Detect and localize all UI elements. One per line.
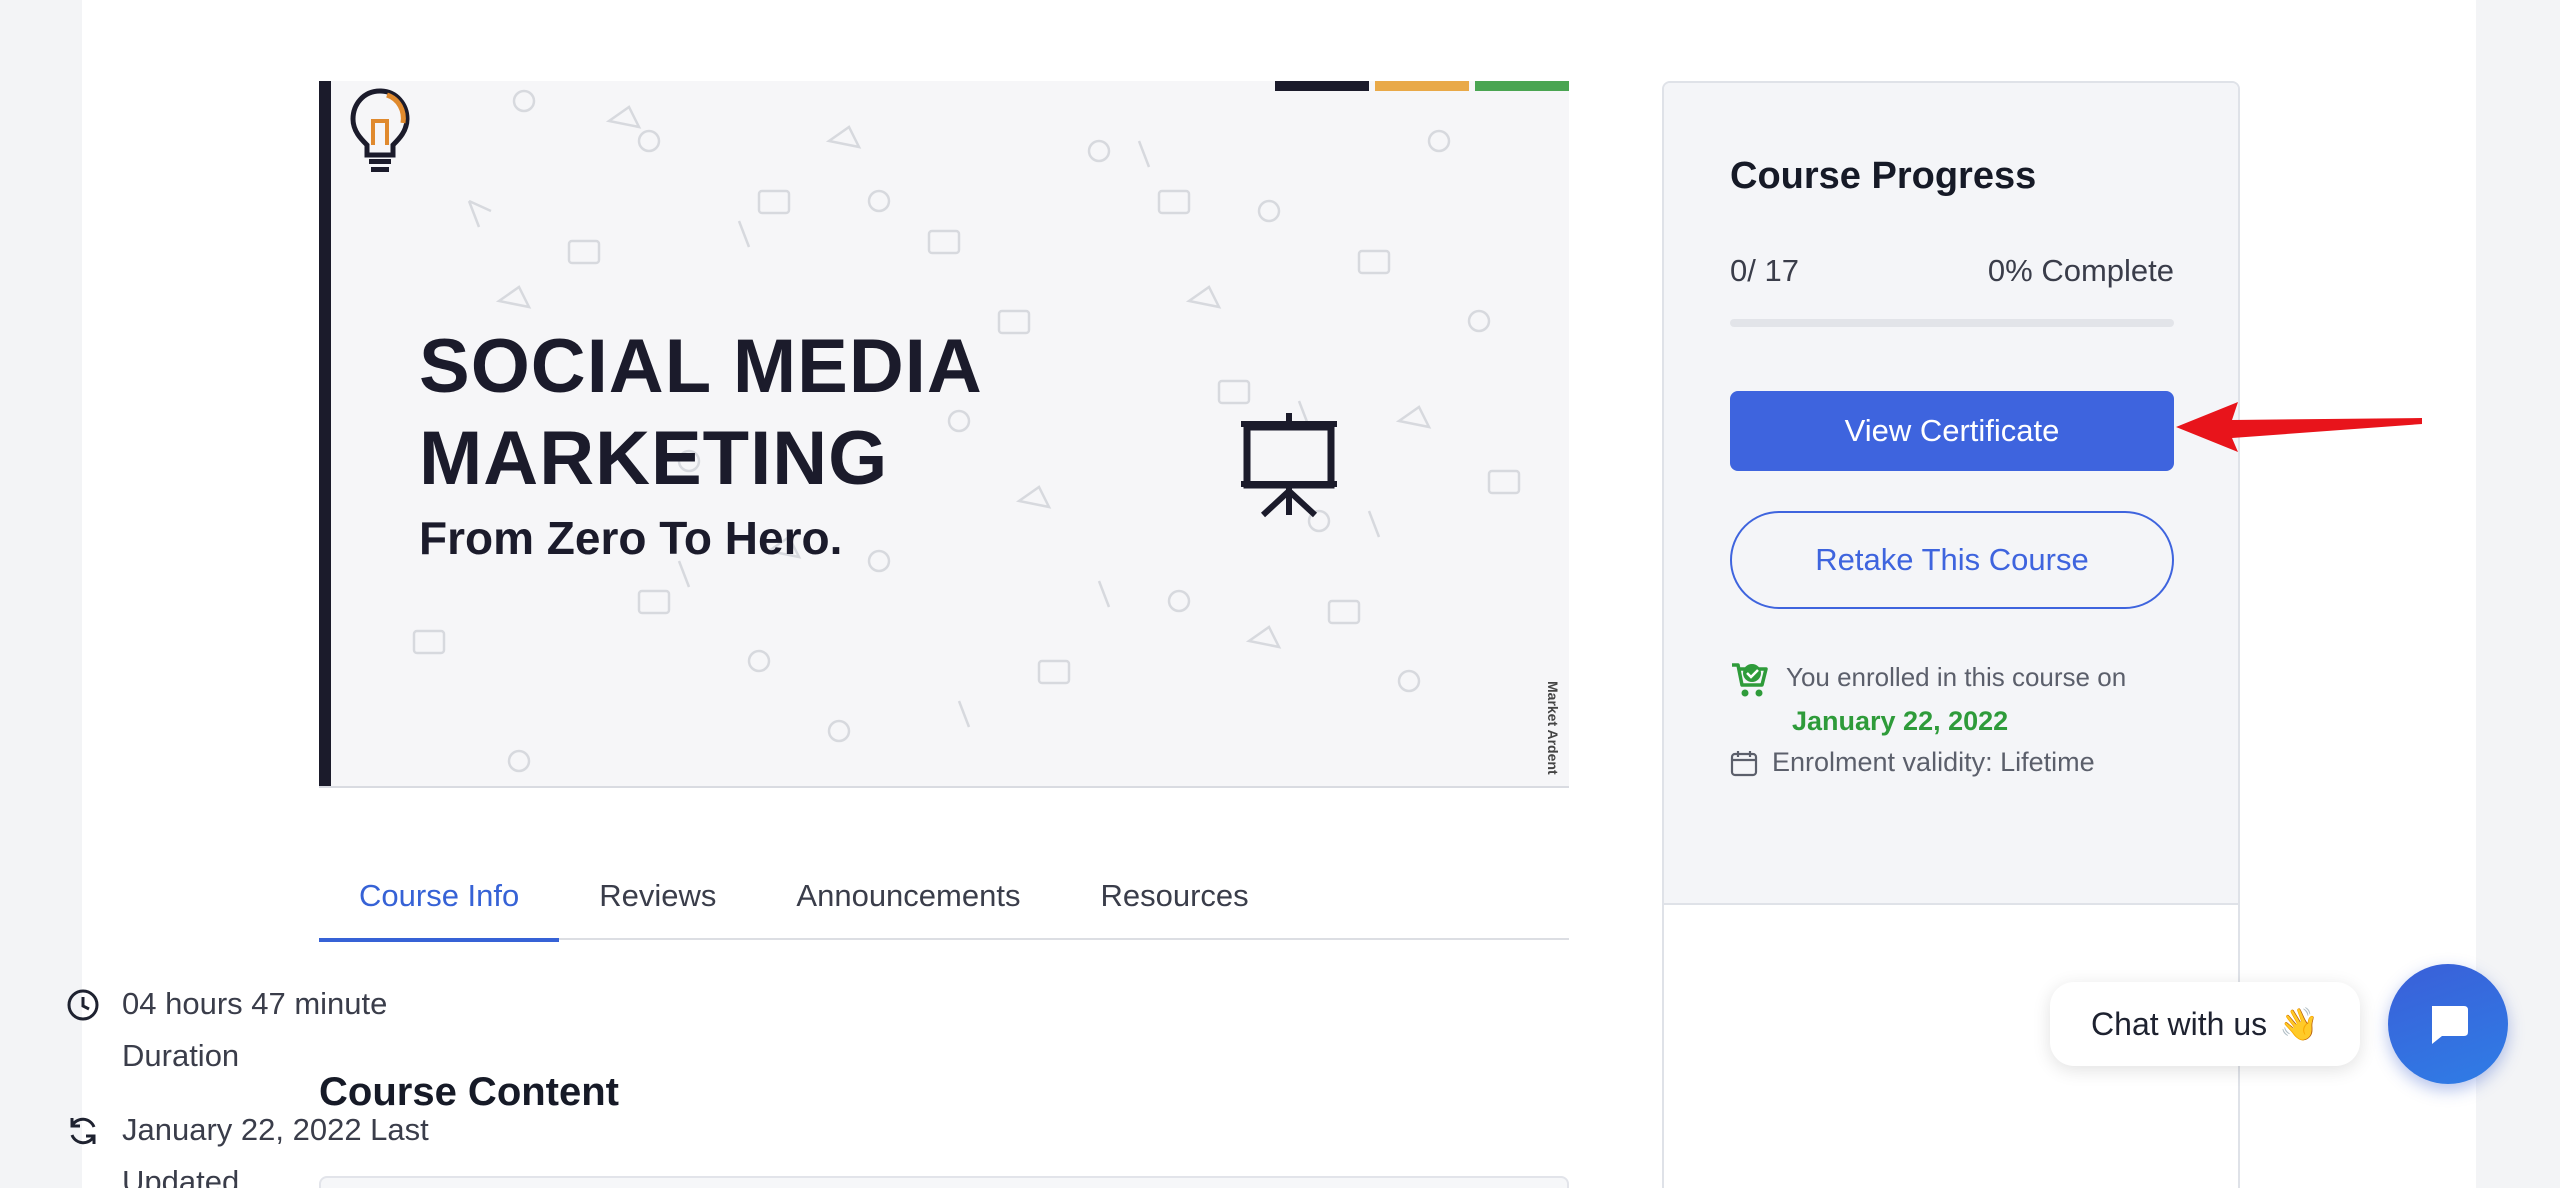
- course-tabs: Course Info Reviews Announcements Resour…: [319, 860, 1569, 942]
- banner-color-stripes: [1275, 81, 1569, 91]
- enrolment-validity: Enrolment validity: Lifetime: [1730, 747, 2095, 778]
- banner-stripe: [1275, 81, 1369, 91]
- progress-count: 0/ 17: [1730, 253, 1799, 288]
- tab-resources[interactable]: Resources: [1060, 860, 1288, 940]
- last-updated-value: January 22, 2022 Last: [122, 1112, 429, 1147]
- enrollment-info: You enrolled in this course on January 2…: [1730, 655, 2200, 743]
- banner-title: SOCIAL MEDIA MARKETING: [419, 324, 983, 501]
- chat-label: Chat with us: [2091, 1005, 2268, 1042]
- validity-text: Enrolment validity: Lifetime: [1772, 747, 2095, 777]
- view-certificate-button[interactable]: View Certificate: [1730, 391, 2174, 471]
- chat-launcher-button[interactable]: [2388, 964, 2508, 1084]
- course-banner-image: SOCIAL MEDIA MARKETING From Zero To Hero…: [319, 81, 1569, 788]
- progress-stats: 0/ 17 0% Complete: [1730, 253, 2174, 289]
- lightbulb-logo-icon: [350, 88, 410, 172]
- progress-section: [1664, 83, 2238, 905]
- banner-stripe: [1375, 81, 1469, 91]
- tab-course-info[interactable]: Course Info: [319, 860, 560, 942]
- chat-with-us-bubble[interactable]: Chat with us 👋: [2050, 982, 2360, 1066]
- banner-subtitle: From Zero To Hero.: [419, 512, 843, 564]
- enrolled-date: January 22, 2022: [1792, 706, 2009, 736]
- last-updated-info: January 22, 2022 Last Updated: [66, 1104, 546, 1188]
- duration-value: 04 hours 47 minute: [122, 986, 388, 1021]
- presentation-board-icon: [1241, 413, 1337, 518]
- calendar-icon: [1730, 750, 1758, 776]
- red-arrow-annotation: [2176, 402, 2422, 452]
- refresh-icon: [70, 1117, 96, 1145]
- banner-left-bar: [319, 81, 331, 786]
- waving-hand-icon: 👋: [2279, 1006, 2319, 1042]
- last-updated-label: Updated: [122, 1164, 240, 1188]
- clock-icon: [67, 989, 99, 1021]
- banner-brand-text: Market Ardent: [1545, 681, 1561, 775]
- retake-course-button[interactable]: Retake This Course: [1730, 511, 2174, 609]
- banner-stripe: [1475, 81, 1569, 91]
- enrolled-text: You enrolled in this course on: [1786, 662, 2127, 692]
- progress-bar: [1730, 319, 2174, 327]
- duration-info: 04 hours 47 minute Duration: [66, 978, 546, 1082]
- tab-announcements[interactable]: Announcements: [756, 860, 1060, 940]
- progress-percent: 0% Complete: [1987, 253, 2174, 288]
- cart-check-icon: [1732, 663, 1768, 697]
- tab-reviews[interactable]: Reviews: [559, 860, 756, 940]
- duration-label: Duration: [122, 1038, 240, 1073]
- course-progress-title: Course Progress: [1730, 155, 2037, 197]
- chat-bubble-icon: [2432, 1006, 2468, 1044]
